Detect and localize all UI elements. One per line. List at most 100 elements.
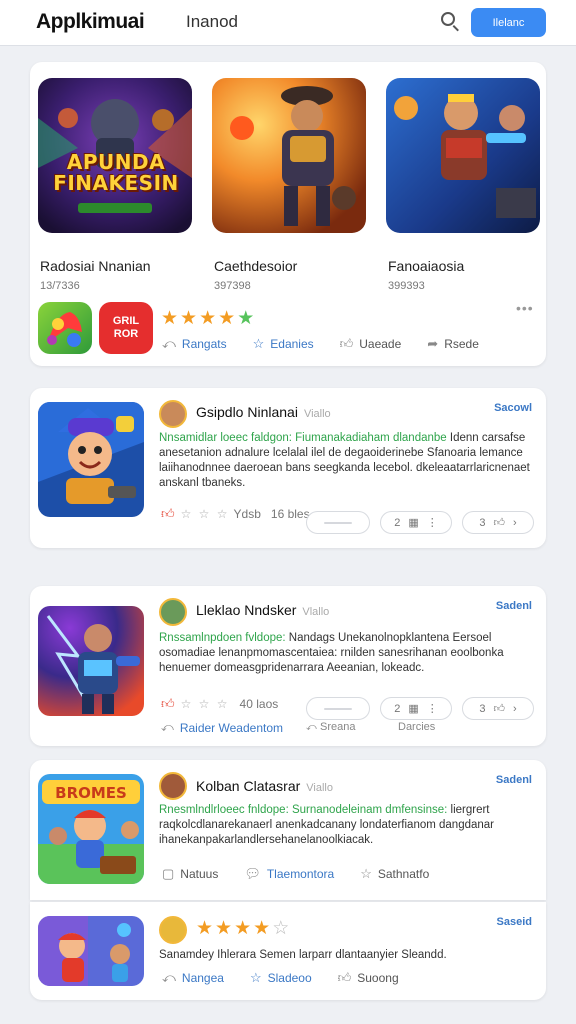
star-outline-icon: ☆ <box>360 866 372 881</box>
action-suoong[interactable]: 👍︎ Suoong <box>338 970 399 986</box>
game-thumbnail[interactable] <box>386 78 540 233</box>
game-list-card-4[interactable]: ★ ★ ★ ★ ☆ Saseid Sanamdey Ihlerara Semen lar… <box>30 902 546 1000</box>
game-title[interactable]: Radosiai Nnanian <box>40 258 151 274</box>
action-edanies[interactable]: ☆ Edanies <box>253 336 314 352</box>
caption-icon: ⤺ <box>306 722 317 733</box>
option-pill-3[interactable]: 3 👍︎ › <box>462 511 534 534</box>
game-meta-row: 👍︎ ☆ ☆ ☆ 40 laos <box>161 696 278 712</box>
option-pill-3[interactable]: 3 👍︎ › <box>462 697 534 720</box>
svg-text:BROMES: BROMES <box>55 784 127 802</box>
featured-actions: ⤺ Rangats ☆ Edanies 👍︎ Uaeade ➦ Rsede <box>162 336 505 352</box>
avatar[interactable] <box>159 400 187 428</box>
game-tag[interactable]: Sadenl <box>496 600 532 612</box>
star-icon: ★ <box>253 918 271 939</box>
game-tag[interactable]: Saseid <box>497 916 532 928</box>
game-tag[interactable]: Sacowl <box>494 402 532 414</box>
more-icon: ⋮ <box>426 517 438 529</box>
option-pill-1[interactable] <box>306 511 370 534</box>
game-tag[interactable]: Sadenl <box>496 774 532 786</box>
share-icon: ➦ <box>427 336 439 351</box>
featured-game-2[interactable]: Caethdesoior 397398 <box>212 78 368 292</box>
pill-caption: Darcies <box>398 721 436 733</box>
game-meta: 399393 <box>388 280 425 292</box>
option-pill-2[interactable]: 2 ▦ ⋮ <box>380 697 452 720</box>
game-thumbnail[interactable] <box>38 402 144 517</box>
avatar[interactable] <box>159 916 187 944</box>
game-meta: 397398 <box>214 280 251 292</box>
featured-game-3[interactable]: Fanoaiaosia 399393 <box>386 78 542 292</box>
app-mini-icon[interactable] <box>38 302 92 354</box>
app-brand[interactable]: Applkimuai <box>36 10 145 34</box>
action-rangats[interactable]: ⤺ Rangats <box>162 336 227 352</box>
star-icon: ★ <box>196 918 214 939</box>
game-list-card-2[interactable]: Lleklao Nndsker Vlallo Sadenl Rnssamlnpdo… <box>30 586 546 746</box>
featured-card: APUNDA FINAKESIN Radosiai Nnanian 13/733… <box>30 62 546 366</box>
action-sladeoo[interactable]: ☆ Sladeoo <box>250 970 312 986</box>
square-icon: ▢ <box>162 866 175 881</box>
featured-game-1[interactable]: APUNDA FINAKESIN Radosiai Nnanian 13/733… <box>38 78 194 292</box>
action-nangea[interactable]: ⤺ Nangea <box>162 970 224 986</box>
game-thumbnail[interactable] <box>38 606 144 716</box>
game-thumbnail[interactable]: BROMES <box>38 774 144 884</box>
option-pill-2[interactable]: 2 ▦ ⋮ <box>380 511 452 534</box>
thumbs-icon: 👍︎ <box>161 506 175 521</box>
reply-icon: ⤺ <box>162 336 176 351</box>
game-title[interactable]: Gsipdlo Ninlanai Viallo <box>196 404 331 420</box>
game-list-card-1[interactable]: Gsipdlo Ninlanai Viallo Sacowl Nnsamidlar… <box>30 388 546 548</box>
game-secondary-row: ⤺ Raider Weadentom <box>161 720 283 735</box>
star-icon: ★ <box>215 918 233 939</box>
game-thumbnail[interactable]: APUNDA FINAKESIN <box>38 78 192 233</box>
game-subtitle: Viallo <box>306 782 333 794</box>
avatar[interactable] <box>159 598 187 626</box>
rating-stars: ☆ ☆ ☆ <box>180 697 230 711</box>
game-meta-row: 👍︎ ☆ ☆ ☆ Ydsb 16 bles <box>161 506 310 522</box>
top-bar: Applkimuai Inanod Ilelanc <box>0 0 576 46</box>
game-subtitle: Vlallo <box>302 606 330 618</box>
rating-stars: ★ ★ ★ ★ ★ <box>161 309 254 329</box>
game-thumbnail[interactable] <box>212 78 366 233</box>
star-icon: ★ <box>234 918 252 939</box>
star-icon: ★ <box>161 308 179 329</box>
reply-icon: ⤺ <box>162 970 176 985</box>
star-icon: ★ <box>180 308 198 329</box>
avatar[interactable] <box>159 772 187 800</box>
grid-icon: ▦ <box>408 517 419 529</box>
game-description: Rnssamlnpdoen fvldope: Nandags Unekanoln… <box>159 632 504 674</box>
action-sathnatfo[interactable]: ☆ Sathnatfo <box>360 866 429 882</box>
rating-stars: ☆ ☆ ☆ <box>180 507 230 521</box>
action-natuus[interactable]: ▢ Natuus <box>162 866 218 882</box>
star-outline-icon: ☆ <box>249 970 262 985</box>
game-title[interactable]: Fanoaiaosia <box>388 258 464 274</box>
star-outline-icon: ☆ <box>252 336 265 351</box>
more-options-icon[interactable]: ••• <box>516 300 534 316</box>
comment-icon: 💬︎ <box>244 866 261 881</box>
game-title[interactable]: Kolban Clatasrar Viallo <box>196 778 333 794</box>
count-label: Ydsb <box>233 507 261 521</box>
star-icon: ★ <box>199 308 217 329</box>
option-pill-1[interactable] <box>306 697 370 720</box>
game-description: Nnsamidlar loeec faldgon: Fiumanakadiaha… <box>159 432 530 489</box>
game-thumbnail[interactable] <box>38 916 144 986</box>
star-icon: ★ <box>218 308 236 329</box>
count-value: 16 bles <box>270 507 310 521</box>
action-tlaemontora[interactable]: 💬︎ Tlaemontora <box>244 866 334 882</box>
game-title[interactable]: Caethdesoior <box>214 258 297 274</box>
thumb-up-icon: 👍︎ <box>337 970 352 985</box>
action-uaeade[interactable]: 👍︎ Uaeade <box>340 336 402 352</box>
header-action-button[interactable]: Ilelanc <box>471 8 546 37</box>
game-description: Rnesmlndlrloeec fnldope: Surnanodeleinam… <box>159 804 495 846</box>
app-mini-icon-red[interactable]: GRIL ROR <box>99 302 153 354</box>
game-meta: 13/7336 <box>40 280 80 292</box>
search-icon[interactable] <box>440 11 462 33</box>
game-description: Sanamdey Ihlerara Semen larparr dlantaan… <box>159 949 447 961</box>
action-rsede[interactable]: ➦ Rsede <box>427 336 479 352</box>
more-icon: ⋮ <box>426 703 438 715</box>
count-value: 40 laos <box>239 697 279 711</box>
thumb-up-icon: 👍︎ <box>339 336 354 351</box>
nav-title[interactable]: Inanod <box>186 12 238 32</box>
rating-stars: ★ ★ ★ ★ ☆ <box>196 919 289 939</box>
card-actions: ▢ Natuus 💬︎ Tlaemontora ☆ Sathnatfo <box>162 866 455 882</box>
game-list-card-3[interactable]: BROMES Kolban Clatasrar Viallo Sadenl Rne… <box>30 760 546 900</box>
secondary-link[interactable]: Raider Weadentom <box>180 721 283 735</box>
game-title[interactable]: Lleklao Nndsker Vlallo <box>196 602 329 618</box>
